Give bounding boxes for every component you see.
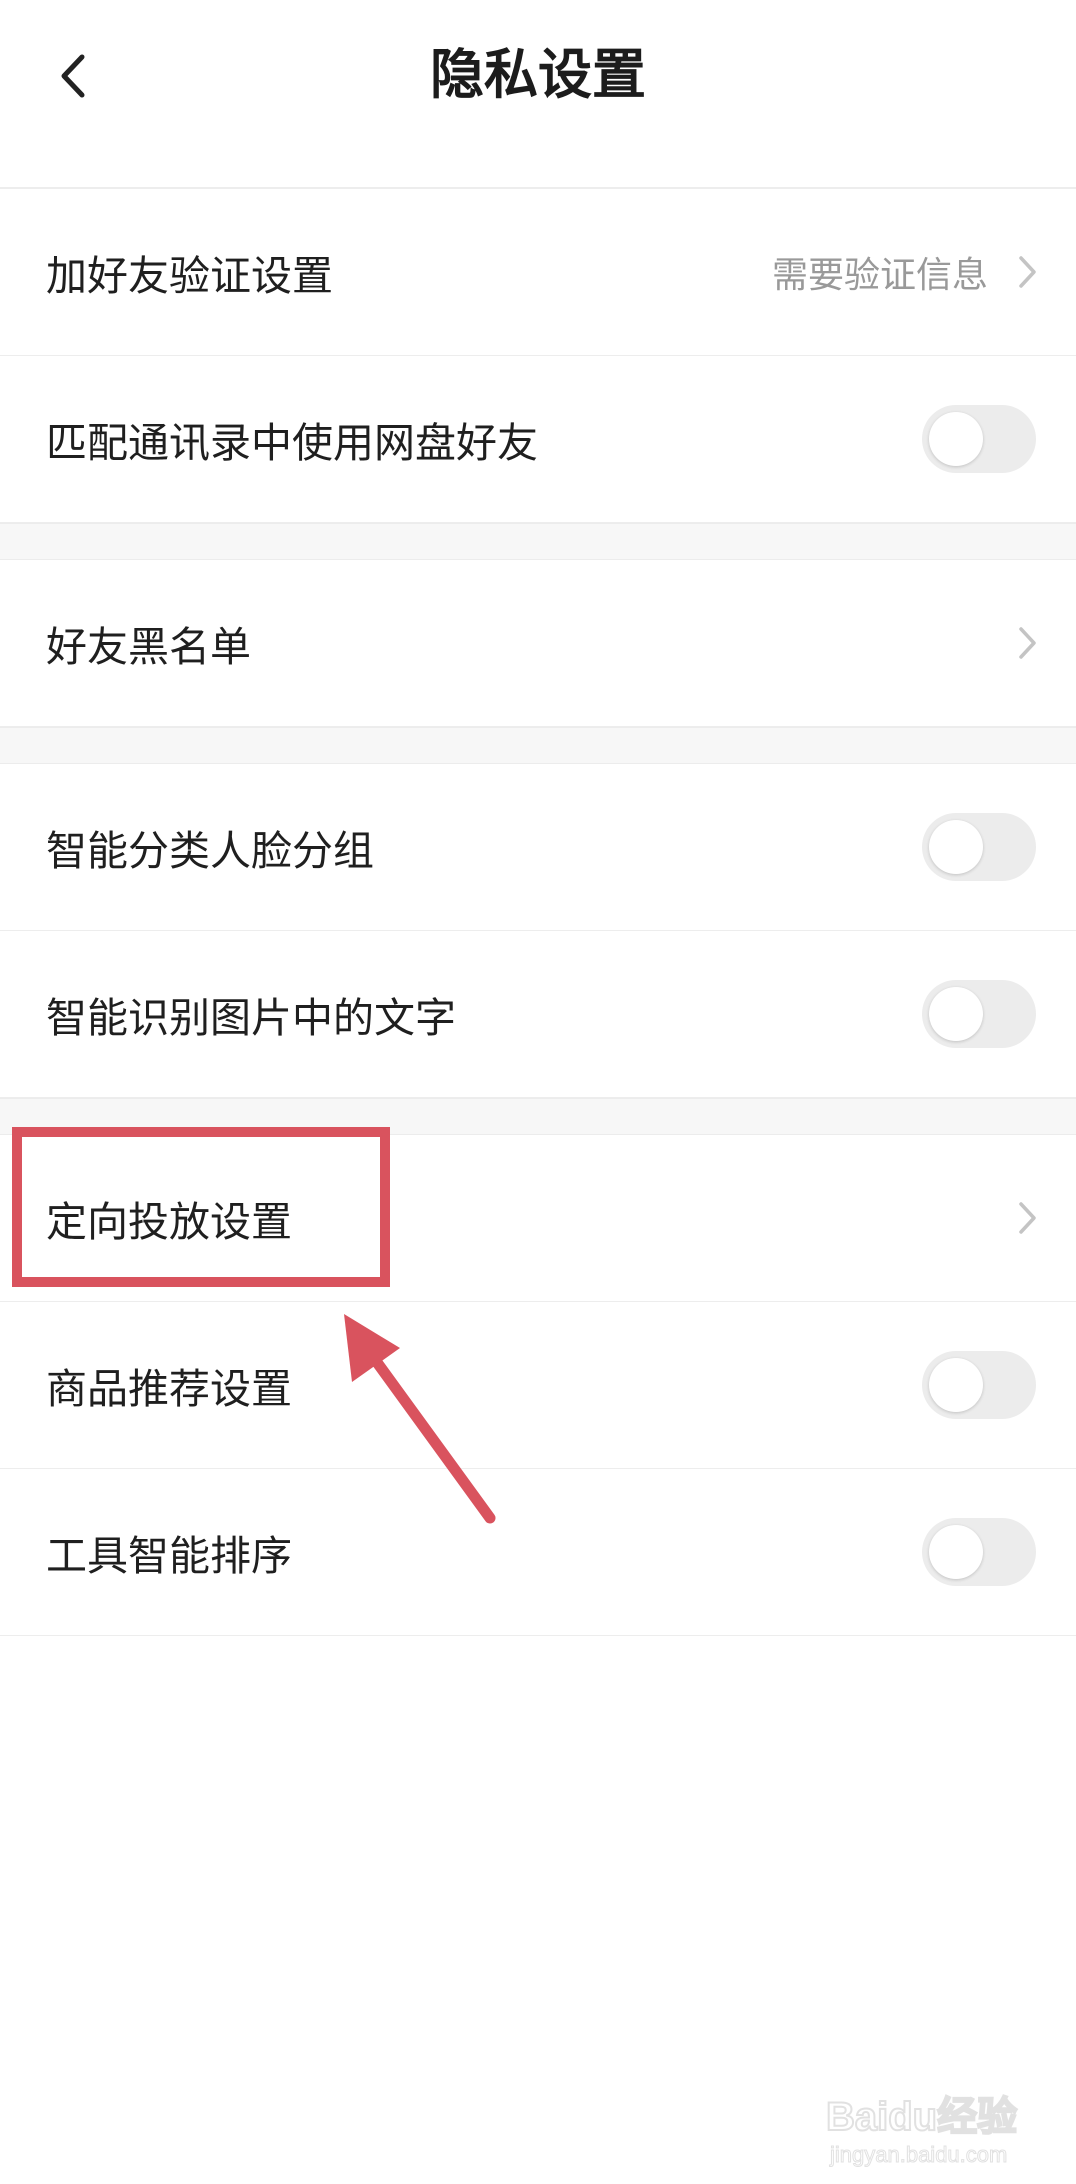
- product-recommend-toggle[interactable]: [922, 1351, 1036, 1419]
- toggle-knob: [929, 1525, 983, 1579]
- toggle-knob: [929, 412, 983, 466]
- friend-verify-setting-row[interactable]: 加好友验证设置 需要验证信息: [0, 189, 1076, 356]
- contacts-match-label: 匹配通讯录中使用网盘好友: [46, 419, 538, 467]
- toggle-knob: [929, 820, 983, 874]
- section-gap: [0, 727, 1076, 764]
- chevron-right-icon: [1019, 256, 1036, 288]
- blacklist-setting-row[interactable]: 好友黑名单: [0, 560, 1076, 727]
- top-bar: 隐私设置: [0, 0, 1076, 188]
- ocr-text-label: 智能识别图片中的文字: [46, 994, 456, 1042]
- contacts-match-setting-row: 匹配通讯录中使用网盘好友: [0, 356, 1076, 523]
- section-gap: [0, 523, 1076, 560]
- face-group-toggle[interactable]: [922, 813, 1036, 881]
- chevron-right-icon: [1019, 627, 1036, 659]
- face-group-setting-row: 智能分类人脸分组: [0, 764, 1076, 931]
- friend-verify-label: 加好友验证设置: [46, 252, 333, 300]
- tool-sort-toggle[interactable]: [922, 1518, 1036, 1586]
- chevron-right-icon: [1019, 1202, 1036, 1234]
- tool-sort-label: 工具智能排序: [46, 1532, 292, 1580]
- ocr-text-setting-row: 智能识别图片中的文字: [0, 931, 1076, 1098]
- blacklist-label: 好友黑名单: [46, 623, 251, 671]
- toggle-knob: [929, 987, 983, 1041]
- toggle-knob: [929, 1358, 983, 1412]
- targeted-ads-setting-row[interactable]: 定向投放设置: [0, 1135, 1076, 1302]
- watermark-brand: Baidu经验: [825, 2094, 1018, 2140]
- tool-sort-setting-row: 工具智能排序: [0, 1469, 1076, 1636]
- page-title: 隐私设置: [430, 43, 646, 106]
- contacts-match-toggle[interactable]: [922, 405, 1036, 473]
- section-gap: [0, 1098, 1076, 1135]
- product-recommend-setting-row: 商品推荐设置: [0, 1302, 1076, 1469]
- ocr-text-toggle[interactable]: [922, 980, 1036, 1048]
- product-recommend-label: 商品推荐设置: [46, 1365, 292, 1413]
- targeted-ads-label: 定向投放设置: [46, 1198, 292, 1246]
- watermark-url: jingyan.baidu.com: [829, 2142, 1008, 2168]
- face-group-label: 智能分类人脸分组: [46, 827, 374, 875]
- friend-verify-value: 需要验证信息: [771, 255, 988, 296]
- baidu-watermark-logo: Baidu经验 jingyan.baidu.com: [825, 2068, 1026, 2172]
